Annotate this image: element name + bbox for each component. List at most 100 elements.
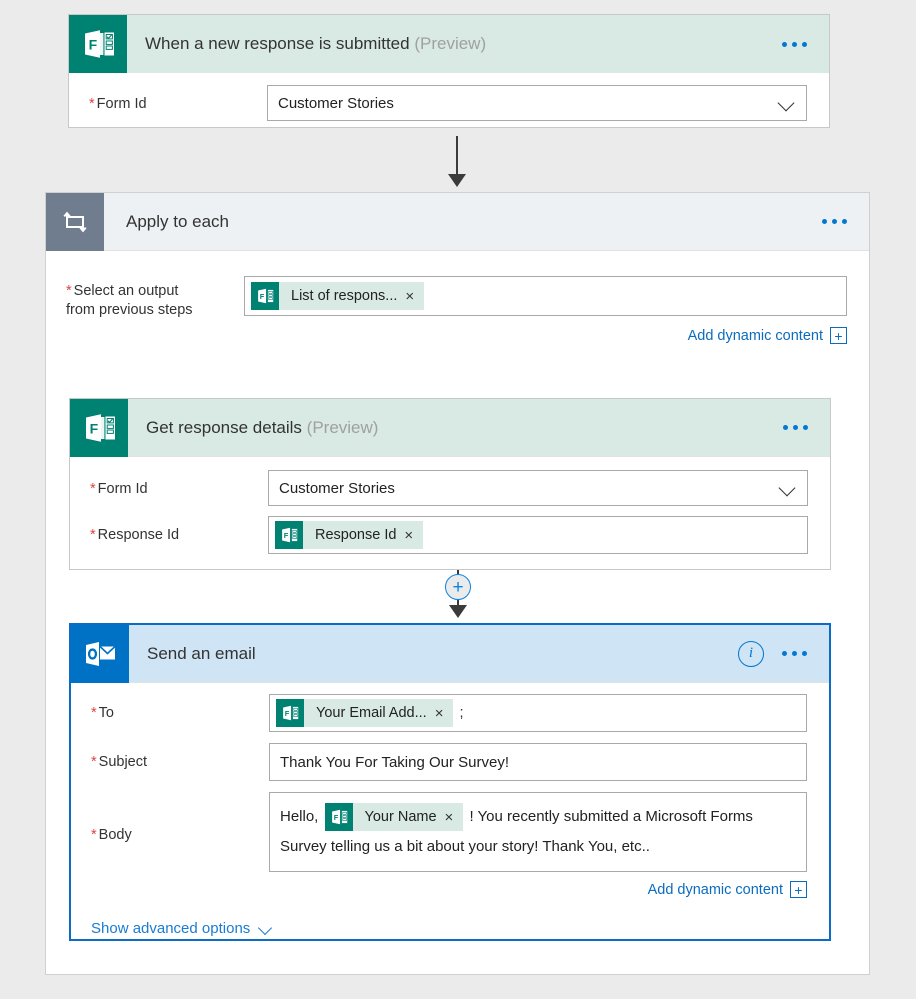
email-to-row: * To F Your Email Add... × ;: [71, 683, 829, 732]
email-subject-value: Thank You For Taking Our Survey!: [280, 753, 510, 771]
svg-text:F: F: [285, 709, 290, 718]
email-to-control: F Your Email Add... × ;: [269, 694, 807, 732]
select-output-field[interactable]: F List of respons... ×: [244, 276, 847, 316]
get-response-details-card[interactable]: F Get response details (Preview) * Form …: [69, 398, 831, 570]
connector-line: [456, 136, 458, 176]
add-dynamic-content-email[interactable]: Add dynamic content +: [269, 881, 807, 898]
close-icon[interactable]: ×: [404, 528, 423, 543]
get-response-menu-button[interactable]: [783, 425, 808, 430]
close-icon[interactable]: ×: [405, 289, 424, 304]
email-to-trailing-text: ;: [459, 705, 464, 721]
close-icon[interactable]: ×: [445, 810, 464, 825]
token-label: Response Id: [315, 527, 397, 543]
dynamic-token-your-email-address[interactable]: F Your Email Add... ×: [276, 699, 454, 727]
svg-text:F: F: [333, 813, 338, 822]
microsoft-forms-icon: F: [69, 15, 127, 73]
loop-icon: [46, 192, 104, 251]
ellipsis-dot: [793, 425, 798, 430]
show-advanced-options-button[interactable]: Show advanced options: [91, 920, 273, 937]
get-response-form-id-row: * Form Id Customer Stories: [70, 457, 830, 506]
email-to-field[interactable]: F Your Email Add... × ;: [269, 694, 807, 732]
ellipsis-dot: [842, 219, 847, 224]
select-output-row: *Select an output from previous steps F: [46, 251, 869, 344]
get-response-response-id-row: * Response Id F Response Id ×: [70, 506, 830, 554]
ellipsis-dot: [782, 651, 787, 656]
plus-icon: +: [790, 881, 807, 898]
send-email-header[interactable]: Send an email i: [71, 624, 829, 683]
show-advanced-options-row: Show advanced options: [71, 898, 829, 937]
trigger-menu-button[interactable]: [782, 41, 807, 47]
get-response-title: Get response details (Preview): [146, 418, 378, 438]
field-label-text: Subject: [98, 754, 148, 770]
apply-to-each-menu-button[interactable]: [822, 219, 847, 224]
get-response-response-id-label: * Response Id: [90, 516, 268, 545]
ellipsis-dot: [802, 651, 807, 656]
required-marker: *: [90, 481, 96, 497]
ellipsis-dot: [782, 41, 787, 47]
trigger-form-id-label: * Form Id: [89, 85, 267, 114]
ellipsis-dot: [783, 425, 788, 430]
chevron-down-icon[interactable]: [779, 479, 797, 497]
dynamic-token-response-id[interactable]: F Response Id ×: [275, 521, 424, 549]
token-label: Your Email Add...: [316, 705, 427, 721]
token-label: Your Name: [364, 809, 437, 826]
close-icon[interactable]: ×: [435, 706, 454, 721]
trigger-form-id-row: * Form Id Customer Stories: [69, 73, 829, 121]
send-email-menu-button[interactable]: [782, 651, 807, 656]
svg-text:F: F: [284, 531, 289, 540]
select-output-label-line1: Select an output: [73, 283, 179, 299]
microsoft-forms-icon: F: [251, 282, 279, 310]
outlook-icon: [71, 624, 129, 683]
dynamic-token-list-of-responses[interactable]: F List of respons... ×: [251, 282, 425, 310]
chevron-down-icon: [259, 922, 273, 936]
send-an-email-card[interactable]: Send an email i * To F Your Email Add...…: [69, 623, 831, 941]
email-subject-field[interactable]: Thank You For Taking Our Survey!: [269, 743, 807, 781]
email-subject-label: * Subject: [91, 743, 269, 772]
ellipsis-dot: [792, 41, 797, 47]
add-dynamic-content-label: Add dynamic content: [647, 881, 783, 898]
add-dynamic-content-label: Add dynamic content: [687, 327, 823, 344]
show-advanced-options-label: Show advanced options: [91, 920, 251, 937]
field-label-text: Form Id: [96, 96, 147, 112]
svg-text:F: F: [260, 292, 265, 301]
apply-to-each-header[interactable]: Apply to each: [46, 192, 869, 251]
get-response-form-id-dropdown[interactable]: Customer Stories: [268, 470, 808, 506]
trigger-preview-tag: (Preview): [414, 34, 487, 53]
send-email-title: Send an email: [147, 643, 256, 663]
get-response-title-text: Get response details: [146, 417, 302, 437]
ellipsis-dot: [792, 651, 797, 656]
form-id-value: Customer Stories: [279, 479, 395, 497]
microsoft-forms-icon: F: [276, 699, 304, 727]
field-label-text: Body: [98, 827, 132, 843]
microsoft-forms-icon: F: [70, 398, 128, 457]
trigger-card-header[interactable]: F When a new response is submitted (Prev…: [69, 15, 829, 73]
trigger-card-body: * Form Id Customer Stories: [69, 73, 829, 121]
add-step-button[interactable]: +: [445, 574, 471, 600]
required-marker: *: [91, 705, 97, 721]
get-response-form-id-control: Customer Stories: [268, 470, 808, 506]
arrow-head-icon: [449, 605, 467, 618]
required-marker: *: [91, 827, 97, 843]
send-email-body: * To F Your Email Add... × ; * Subject T…: [71, 683, 829, 937]
email-body-control: Hello, F Your Name × ! You recently subm…: [269, 792, 807, 898]
form-id-dropdown[interactable]: Customer Stories: [267, 85, 807, 121]
apply-to-each-container[interactable]: Apply to each * Select an output from pre…: [45, 192, 870, 975]
email-body-field[interactable]: Hello, F Your Name × ! You recently subm…: [269, 792, 807, 872]
apply-to-each-title: Apply to each: [126, 211, 230, 231]
info-icon[interactable]: i: [738, 640, 764, 667]
svg-text:F: F: [90, 420, 99, 436]
token-label: List of respons...: [291, 288, 398, 304]
trigger-title-text: When a new response is submitted: [145, 34, 410, 53]
form-id-value: Customer Stories: [278, 94, 394, 112]
response-id-field[interactable]: F Response Id ×: [268, 516, 808, 554]
trigger-card[interactable]: F When a new response is submitted (Prev…: [68, 14, 830, 128]
dynamic-token-your-name[interactable]: F Your Name ×: [324, 803, 464, 832]
connector-trigger-to-loop: [448, 136, 466, 188]
chevron-down-icon[interactable]: [778, 94, 796, 112]
email-body-label: * Body: [91, 792, 269, 845]
trigger-form-id-control: Customer Stories: [267, 85, 807, 121]
get-response-body: *Form Id Customer Stories *Response Id: [70, 457, 830, 554]
add-dynamic-content-loop[interactable]: Add dynamic content +: [244, 327, 847, 344]
field-label-text: Response Id: [97, 527, 180, 543]
get-response-header[interactable]: F Get response details (Preview): [70, 398, 830, 457]
